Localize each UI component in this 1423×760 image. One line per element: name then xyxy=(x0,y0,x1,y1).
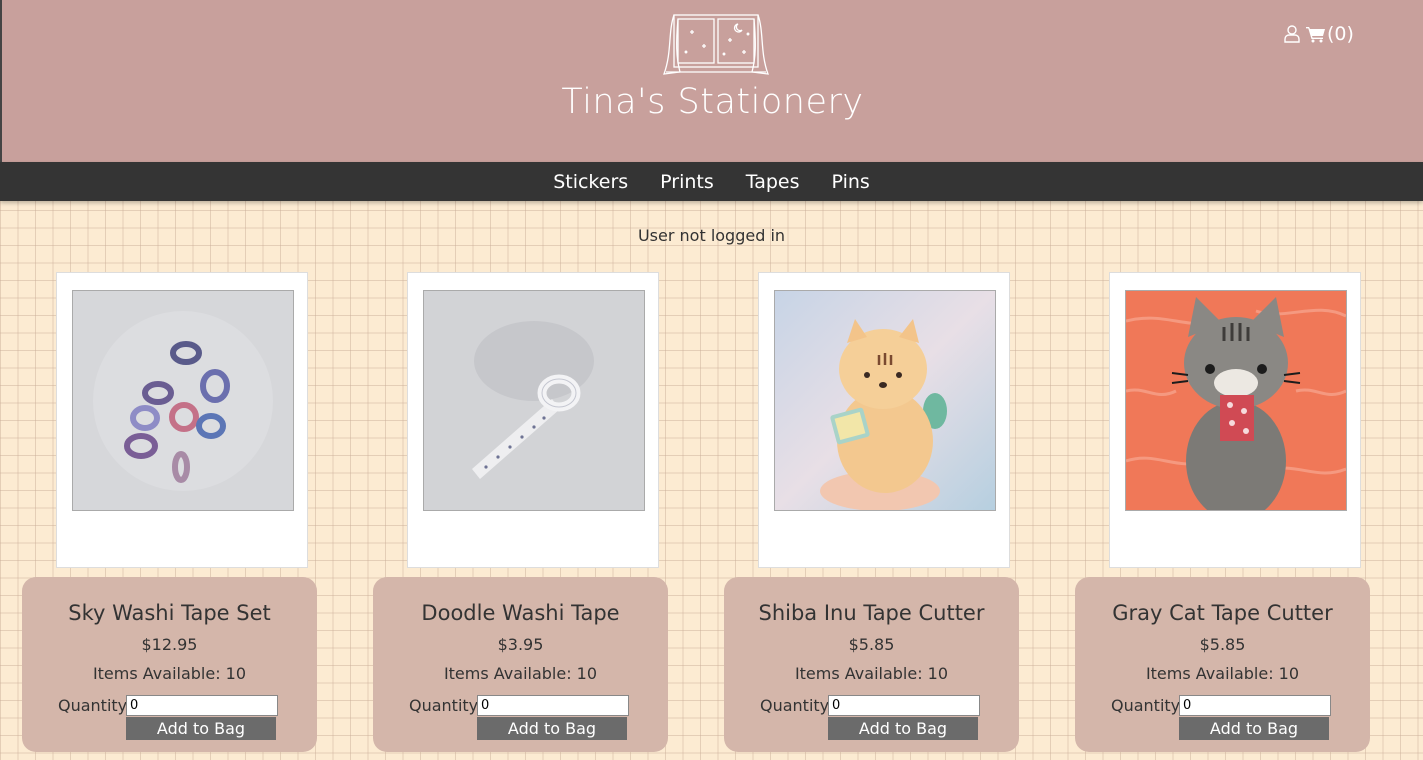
product-price: $12.95 xyxy=(141,635,198,654)
quantity-input[interactable] xyxy=(1179,695,1331,716)
product-info: Gray Cat Tape Cutter $5.85 Items Availab… xyxy=(1075,577,1370,752)
product-availability: Items Available: 10 xyxy=(92,664,247,683)
main-nav: Stickers Prints Tapes Pins xyxy=(0,162,1423,201)
product-price: $5.85 xyxy=(848,635,895,654)
product-info: Doodle Washi Tape $3.95 Items Available:… xyxy=(373,577,668,752)
shopping-cart-icon[interactable] xyxy=(1306,26,1325,43)
product-availability: Items Available: 10 xyxy=(443,664,598,683)
product-photo-sky-washi[interactable] xyxy=(72,290,294,511)
quantity-input[interactable] xyxy=(477,695,629,716)
quantity-label: Quantity xyxy=(760,696,830,715)
add-to-bag-button[interactable]: Add to Bag xyxy=(1179,717,1329,740)
product-photo-shiba-cutter[interactable] xyxy=(774,290,996,511)
account-area: (0) xyxy=(1284,22,1354,46)
product-polaroid xyxy=(56,272,308,568)
quantity-label: Quantity xyxy=(1111,696,1181,715)
product-info: Sky Washi Tape Set $12.95 Items Availabl… xyxy=(22,577,317,752)
product-name[interactable]: Shiba Inu Tape Cutter xyxy=(724,601,1019,625)
site-header: Tina's Stationery (0) xyxy=(0,0,1423,162)
site-title[interactable]: Tina's Stationery xyxy=(2,82,1423,122)
nav-item-stickers[interactable]: Stickers xyxy=(553,171,628,193)
product-availability: Items Available: 10 xyxy=(1145,664,1300,683)
product-polaroid xyxy=(407,272,659,568)
add-to-bag-button[interactable]: Add to Bag xyxy=(477,717,627,740)
add-to-bag-button[interactable]: Add to Bag xyxy=(828,717,978,740)
add-to-bag-button[interactable]: Add to Bag xyxy=(126,717,276,740)
quantity-label: Quantity xyxy=(409,696,479,715)
quantity-input[interactable] xyxy=(126,695,278,716)
product-photo-doodle-washi[interactable] xyxy=(423,290,645,511)
product-polaroid xyxy=(758,272,1010,568)
quantity-label: Quantity xyxy=(58,696,128,715)
product-price: $3.95 xyxy=(497,635,544,654)
product-availability: Items Available: 10 xyxy=(794,664,949,683)
nav-item-tapes[interactable]: Tapes xyxy=(746,171,800,193)
product-polaroid xyxy=(1109,272,1361,568)
product-info: Shiba Inu Tape Cutter $5.85 Items Availa… xyxy=(724,577,1019,752)
nav-item-prints[interactable]: Prints xyxy=(660,171,714,193)
product-photo-gray-cat-cutter[interactable] xyxy=(1125,290,1347,511)
window-logo-icon[interactable] xyxy=(662,12,770,78)
product-name[interactable]: Gray Cat Tape Cutter xyxy=(1075,601,1370,625)
product-name[interactable]: Sky Washi Tape Set xyxy=(22,601,317,625)
product-price: $5.85 xyxy=(1199,635,1246,654)
product-name[interactable]: Doodle Washi Tape xyxy=(373,601,668,625)
login-status: User not logged in xyxy=(637,226,786,245)
cart-count[interactable]: (0) xyxy=(1327,23,1354,45)
user-icon[interactable] xyxy=(1284,25,1300,43)
quantity-input[interactable] xyxy=(828,695,980,716)
nav-item-pins[interactable]: Pins xyxy=(832,171,870,193)
